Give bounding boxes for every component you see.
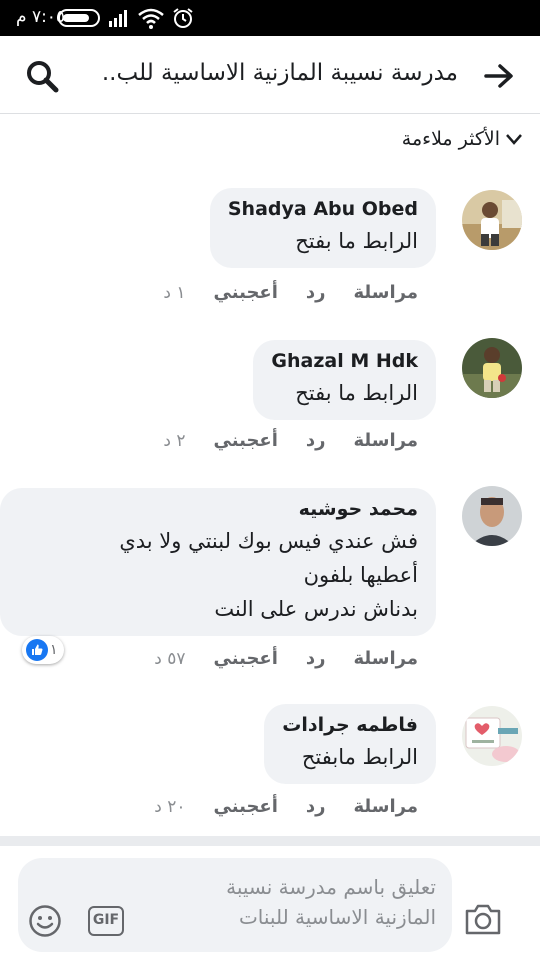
like-link[interactable]: أعجبني — [214, 282, 278, 303]
comment: Ghazal M Hdk الرابط ما بفتح ٢ د أعجبني ر… — [0, 338, 522, 458]
comment-timestamp: ٢ د — [163, 430, 186, 451]
comment-actions: ٥٧ د أعجبني رد مراسلة — [154, 648, 418, 669]
sort-selector[interactable]: الأكثر ملاءمة — [402, 124, 522, 154]
comment-timestamp: ٢٠ د — [154, 796, 186, 817]
status-bar: ٧:٠٥ م — [0, 0, 540, 36]
reply-link[interactable]: رد — [306, 796, 326, 817]
gif-button[interactable]: GIF — [88, 906, 124, 936]
comment-placeholder: تعليق باسم مدرسة نسيبة المازنية الاساسية… — [176, 872, 436, 932]
avatar[interactable] — [462, 706, 522, 766]
comment-author[interactable]: فاطمه جرادات — [282, 714, 418, 736]
comment-text: الرابط ما بفتح — [295, 229, 418, 253]
top-bar: مدرسة نسيبة المازنية الاساسية للب.. — [0, 36, 540, 114]
emoji-icon[interactable] — [28, 904, 62, 938]
message-link[interactable]: مراسلة — [354, 282, 418, 303]
comment-author[interactable]: Shadya Abu Obed — [228, 198, 418, 220]
comment-bubble[interactable]: Shadya Abu Obed الرابط ما بفتح — [209, 188, 436, 268]
comment-author[interactable]: محمد حوشيه — [18, 498, 418, 520]
comment-bubble[interactable]: Ghazal M Hdk الرابط ما بفتح — [253, 340, 436, 420]
comment: محمد حوشيه فش عندي فيس بوك لبنتي ولا بدي… — [0, 486, 522, 676]
battery-icon — [58, 9, 100, 27]
comment-input[interactable]: تعليق باسم مدرسة نسيبة المازنية الاساسية… — [18, 858, 452, 952]
comment-text: الرابط ما بفتح — [295, 381, 418, 405]
comment-actions: ٢٠ د أعجبني رد مراسلة — [154, 796, 418, 817]
comment-composer: تعليق باسم مدرسة نسيبة المازنية الاساسية… — [0, 846, 540, 960]
reply-link[interactable]: رد — [306, 648, 326, 669]
avatar[interactable] — [462, 190, 522, 250]
reply-link[interactable]: رد — [306, 430, 326, 451]
comment: Shadya Abu Obed الرابط ما بفتح ١ د أعجبن… — [0, 188, 522, 308]
like-link[interactable]: أعجبني — [214, 430, 278, 451]
comment-actions: ٢ د أعجبني رد مراسلة — [163, 430, 418, 451]
chevron-down-icon — [506, 134, 522, 145]
comment-timestamp: ٥٧ د — [154, 648, 186, 669]
like-link[interactable]: أعجبني — [214, 648, 278, 669]
divider — [0, 836, 540, 846]
page-title[interactable]: مدرسة نسيبة المازنية الاساسية للب.. — [100, 60, 458, 86]
camera-icon[interactable] — [464, 902, 502, 936]
reaction-count: ١ — [50, 642, 58, 658]
comment-author[interactable]: Ghazal M Hdk — [271, 350, 418, 372]
message-link[interactable]: مراسلة — [354, 796, 418, 817]
placeholder-line: تعليق باسم مدرسة نسيبة — [226, 875, 436, 899]
comment: فاطمه جرادات الرابط مابفتح ٢٠ د أعجبني ر… — [0, 704, 522, 824]
comment-bubble[interactable]: فاطمه جرادات الرابط مابفتح — [264, 704, 436, 784]
reply-link[interactable]: رد — [306, 282, 326, 303]
comment-bubble[interactable]: محمد حوشيه فش عندي فيس بوك لبنتي ولا بدي… — [0, 488, 436, 636]
wifi-icon — [138, 8, 164, 29]
comment-actions: ١ د أعجبني رد مراسلة — [163, 282, 418, 303]
back-arrow-icon[interactable] — [484, 62, 514, 90]
search-icon[interactable] — [24, 58, 60, 94]
placeholder-line: المازنية الاساسية للبنات — [238, 905, 436, 929]
reaction-badge[interactable]: ١ — [22, 636, 64, 664]
comment-timestamp: ١ د — [163, 282, 186, 303]
avatar[interactable] — [462, 338, 522, 398]
alarm-icon — [173, 8, 193, 28]
like-link[interactable]: أعجبني — [214, 796, 278, 817]
signal-icon — [109, 10, 127, 27]
avatar[interactable] — [462, 486, 522, 546]
comment-text: الرابط مابفتح — [301, 745, 418, 769]
like-icon — [26, 639, 48, 661]
sort-label: الأكثر ملاءمة — [401, 128, 500, 150]
message-link[interactable]: مراسلة — [354, 430, 418, 451]
message-link[interactable]: مراسلة — [354, 648, 418, 669]
comment-text: أعطيها بلفون — [303, 563, 418, 587]
comment-text: فش عندي فيس بوك لبنتي ولا بدي — [119, 529, 418, 553]
comment-text: بدناش ندرس على النت — [214, 597, 418, 621]
